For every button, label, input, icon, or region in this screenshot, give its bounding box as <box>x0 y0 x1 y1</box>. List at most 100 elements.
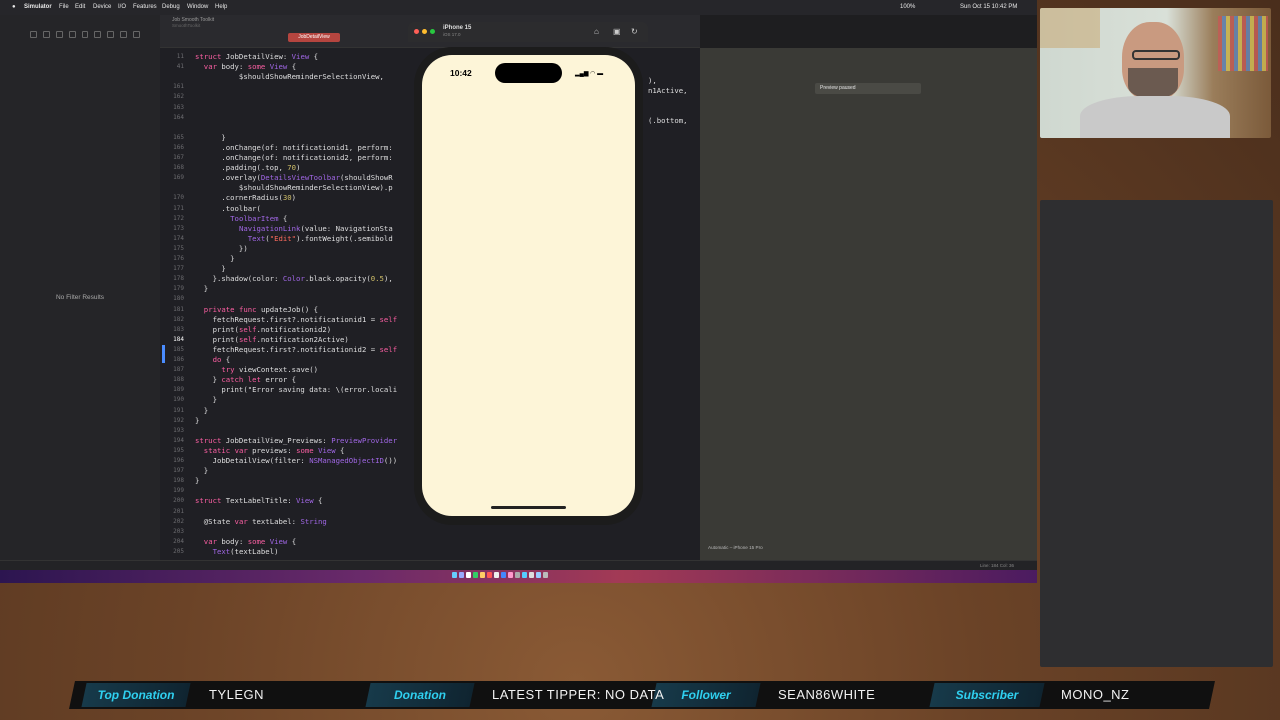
menu-app-name[interactable]: Simulator <box>24 4 52 10</box>
find-icon[interactable] <box>68 31 76 38</box>
preview-paused-badge[interactable]: Preview paused <box>815 83 921 94</box>
code-line[interactable]: static var previews: some View { <box>195 446 345 456</box>
code-line[interactable]: } <box>195 416 199 426</box>
code-line[interactable]: var body: some View { <box>195 62 296 72</box>
code-line[interactable]: .onChange(of: notificationid2, perform: <box>195 153 392 163</box>
code-line[interactable]: struct JobDetailView: View { <box>195 52 318 62</box>
menu-item-io[interactable]: I/O <box>118 4 126 10</box>
donation-label: Donation <box>394 688 446 702</box>
code-line[interactable]: } <box>195 406 208 416</box>
menu-bar: ● Simulator File Edit Device I/O Feature… <box>0 0 1037 15</box>
simulator-icon[interactable] <box>522 572 527 578</box>
code-line[interactable]: print("Error saving data: \(error.locali <box>195 385 397 395</box>
line-number: 169 <box>173 174 184 182</box>
debug-icon[interactable] <box>107 31 115 38</box>
code-line[interactable]: fetchRequest.first?.notificationid2 = se… <box>195 345 398 355</box>
line-number: 174 <box>173 234 184 242</box>
line-number: 183 <box>173 325 184 333</box>
code-line[interactable]: } <box>195 133 225 143</box>
code-line[interactable]: @State var textLabel: String <box>195 517 327 527</box>
finder-icon[interactable] <box>452 572 457 578</box>
code-line[interactable]: ToolbarItem { <box>195 214 287 224</box>
code-line[interactable]: }.shadow(color: Color.black.opacity(0.5)… <box>195 274 393 284</box>
code-line[interactable]: } <box>195 284 208 294</box>
code-line[interactable]: Text(textLabel) <box>195 547 279 557</box>
report-icon[interactable] <box>133 31 141 38</box>
line-number: 167 <box>173 154 184 161</box>
code-line[interactable]: struct JobDetailView_Previews: PreviewPr… <box>195 436 397 446</box>
settings-icon[interactable] <box>515 572 520 578</box>
reminders-icon[interactable] <box>494 572 499 578</box>
code-line[interactable]: .overlay(DetailsViewToolbar(shouldShowR <box>195 173 392 183</box>
code-line[interactable]: }) <box>195 244 248 254</box>
code-line[interactable]: } <box>195 466 208 476</box>
test-icon[interactable] <box>94 31 102 38</box>
device-picker[interactable]: Automatic – iPhone 15 Pro <box>708 545 763 550</box>
project-navigator <box>0 15 161 560</box>
code-line[interactable]: .padding(.top, 70) <box>195 163 300 173</box>
safari-icon[interactable] <box>466 572 471 578</box>
poster-wall <box>1218 16 1268 71</box>
menu-item-window[interactable]: Window <box>187 4 208 10</box>
folder-dock-icon[interactable] <box>536 572 541 578</box>
top-donation-label: Top Donation <box>97 688 175 702</box>
symbol-icon[interactable] <box>55 31 63 38</box>
xcode-icon[interactable] <box>501 572 506 578</box>
menu-item-file[interactable]: File <box>59 4 69 10</box>
menu-item-debug[interactable]: Debug <box>162 4 180 10</box>
rotate-icon[interactable]: ↻ <box>631 27 638 36</box>
code-line[interactable]: } <box>195 476 199 486</box>
code-line[interactable]: .toolbar( <box>195 204 261 214</box>
source-control-icon[interactable] <box>42 31 50 38</box>
code-line[interactable]: JobDetailView(filter: NSManagedObjectID(… <box>195 456 398 466</box>
home-icon[interactable]: ⌂ <box>594 27 599 36</box>
line-number: 196 <box>173 457 184 464</box>
code-line[interactable]: print(self.notification2Active) <box>195 335 349 345</box>
code-line[interactable]: } catch let error { <box>195 375 297 385</box>
tab-jobdetailview[interactable]: JobDetailView <box>288 33 340 42</box>
code-line[interactable]: struct TextLabelTitle: View { <box>195 496 322 506</box>
home-indicator[interactable] <box>491 506 566 509</box>
code-line[interactable]: $shouldShowReminderSelectionView).p <box>195 183 393 193</box>
close-icon[interactable] <box>414 29 419 34</box>
menu-item-device[interactable]: Device <box>93 4 111 10</box>
notes-icon[interactable] <box>480 572 485 578</box>
code-line[interactable]: try viewContext.save() <box>195 365 318 375</box>
menu-item-edit[interactable]: Edit <box>75 4 85 10</box>
apple-icon[interactable]: ● <box>12 4 16 10</box>
code-line[interactable]: $shouldShowReminderSelectionView, <box>195 72 384 82</box>
issue-icon[interactable] <box>81 31 89 38</box>
line-number: 187 <box>173 366 184 374</box>
screenshot-icon[interactable]: ▣ <box>613 27 621 36</box>
trash-icon[interactable] <box>543 572 548 578</box>
code-line[interactable]: NavigationLink(value: NavigationSta <box>195 224 393 234</box>
code-line[interactable]: private func updateJob() { <box>195 305 318 315</box>
code-line[interactable]: fetchRequest.first?.notificationid1 = se… <box>195 315 398 325</box>
preview-canvas[interactable] <box>700 48 1037 560</box>
launchpad-icon[interactable] <box>459 572 464 578</box>
folder-icon[interactable] <box>30 31 37 38</box>
line-number: 161 <box>173 83 184 91</box>
calendar-icon[interactable] <box>487 572 492 578</box>
code-line[interactable]: } <box>195 254 234 264</box>
music-icon[interactable] <box>508 572 513 578</box>
code-line[interactable]: .onChange(of: notificationid1, perform: <box>195 143 392 153</box>
code-line[interactable]: } <box>195 395 217 405</box>
zoom-icon[interactable] <box>430 29 435 34</box>
code-line[interactable]: } <box>195 264 225 274</box>
iphone-screen[interactable] <box>422 55 635 516</box>
code-line[interactable]: .cornerRadius(30) <box>195 193 296 203</box>
code-line[interactable]: var body: some View { <box>195 537 296 547</box>
messages-icon[interactable] <box>473 572 478 578</box>
line-number: 202 <box>173 517 184 525</box>
menu-item-features[interactable]: Features <box>133 4 157 10</box>
code-line[interactable]: print(self.notificationid2) <box>195 325 332 335</box>
terminal-icon[interactable] <box>529 572 534 578</box>
minimize-icon[interactable] <box>422 29 427 34</box>
breakpoint-icon[interactable] <box>120 31 128 38</box>
code-line[interactable]: do { <box>195 355 231 365</box>
line-number: 165 <box>173 133 184 141</box>
code-fragment: (.bottom, <box>648 116 688 125</box>
menu-item-help[interactable]: Help <box>215 4 227 10</box>
code-line[interactable]: Text("Edit").fontWeight(.semibold <box>195 234 393 244</box>
